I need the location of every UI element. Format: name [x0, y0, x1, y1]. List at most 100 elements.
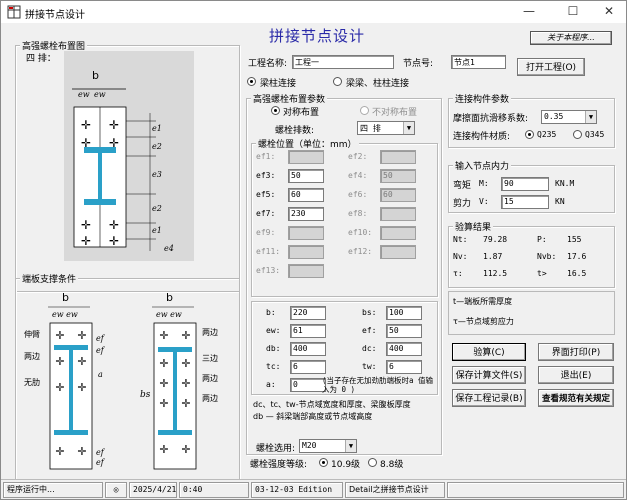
ef-field[interactable]: 50 [288, 169, 324, 183]
ef-field[interactable]: 60 [288, 188, 324, 202]
note-t: t—端板所需厚度 [453, 297, 513, 306]
svg-text:✛: ✛ [159, 377, 168, 390]
radio-q235[interactable] [525, 130, 534, 139]
result-value: 112.5 [483, 269, 508, 278]
status-module: Detail之拼接节点设计 [345, 482, 445, 498]
clock-icon: ◎ [105, 482, 127, 498]
save-record-button[interactable]: 保存工程记录(B) [452, 389, 526, 407]
shear-label: 剪力 [453, 199, 472, 209]
symmetric-label: 对称布置 [283, 108, 320, 118]
check-button[interactable]: 验算(C) [452, 343, 526, 361]
ef-field[interactable]: 230 [288, 207, 324, 221]
svg-text:✛: ✛ [181, 357, 190, 370]
radio-symmetric[interactable] [271, 106, 280, 115]
result-key: Nv: [453, 252, 468, 261]
ef-label: ef9: [256, 228, 276, 237]
note-db: db — 斜梁端部高度或节点域高度 [253, 412, 373, 421]
svg-text:✛: ✛ [81, 218, 91, 232]
dim-field[interactable]: 6 [386, 360, 422, 374]
svg-text:b: b [62, 291, 69, 304]
radio-beam-beam[interactable] [333, 77, 342, 86]
row-count-value: 四 排 [360, 124, 381, 133]
ef-label: ef7: [256, 209, 276, 218]
dim-field[interactable]: 100 [386, 306, 422, 320]
conn-params-group: 连接构件参数 摩擦面抗滑移系数: 0.35 ▼ 连接构件材质: Q235 Q345 [448, 92, 615, 148]
open-project-button[interactable]: 打开工程(O) [517, 58, 585, 76]
beam-column-label: 梁柱连接 [260, 79, 297, 89]
bolt-select-value: M20 [302, 441, 317, 450]
svg-text:✛: ✛ [159, 357, 168, 370]
shear-symbol: V: [479, 197, 489, 206]
radio-grade-88[interactable] [368, 458, 377, 467]
result-key: Nt: [453, 235, 468, 244]
close-icon[interactable]: ✕ [591, 3, 627, 21]
ef-label: ef6: [348, 190, 368, 199]
rows-caption: 四 排： [26, 54, 56, 64]
a-note: (当子存在无加劲肋端板时a 值输入为 0 ) [322, 376, 434, 394]
print-button[interactable]: 界面打印(P) [538, 343, 614, 361]
dim-label: a: [266, 380, 276, 389]
friction-select[interactable]: 0.35 ▼ [541, 110, 597, 124]
svg-text:✛: ✛ [81, 118, 91, 132]
grade-label: 螺栓强度等级: [250, 460, 308, 470]
node-field[interactable]: 节点1 [451, 55, 506, 69]
svg-text:e2: e2 [152, 142, 162, 151]
status-date: 2025/4/21 [129, 482, 177, 498]
conn-params-title: 连接构件参数 [453, 92, 512, 105]
svg-text:✛: ✛ [55, 381, 64, 394]
chevron-down-icon[interactable]: ▼ [403, 122, 414, 134]
dim-field[interactable]: 220 [290, 306, 326, 320]
radio-asymmetric[interactable] [360, 106, 369, 115]
result-value: 1.87 [483, 252, 503, 261]
shear-field[interactable]: 15 [501, 195, 549, 209]
minimize-icon[interactable]: — [511, 3, 547, 21]
bolt-select[interactable]: M20 ▼ [299, 439, 357, 453]
dim-field[interactable]: 400 [386, 342, 422, 356]
chevron-down-icon[interactable]: ▼ [345, 440, 356, 452]
about-button[interactable]: 关于本程序... [530, 31, 612, 45]
svg-text:✛: ✛ [109, 218, 119, 232]
svg-text:ew ew: ew ew [52, 310, 78, 319]
svg-text:ew: ew [78, 90, 90, 99]
moment-unit: KN.M [555, 179, 575, 188]
moment-field[interactable]: 90 [501, 177, 549, 191]
project-name-field[interactable]: 工程一 [292, 55, 394, 69]
support-title: 端板支撑条件 [20, 272, 79, 285]
dim-label: tw: [362, 362, 377, 371]
svg-text:✛: ✛ [77, 445, 86, 458]
dim-field[interactable]: 400 [290, 342, 326, 356]
svg-text:e4: e4 [164, 244, 174, 253]
diagram-label-b: b [92, 69, 99, 82]
dim-field[interactable]: 61 [290, 324, 326, 338]
internal-force-group: 输入节点内力 弯矩 M: 90 KN.M 剪力 V: 15 KN [448, 159, 615, 213]
dim-field[interactable]: 6 [290, 360, 326, 374]
save-calc-button[interactable]: 保存计算文件(S) [452, 366, 526, 384]
dim-field[interactable]: 50 [386, 324, 422, 338]
client-area: 拼接节点设计 关于本程序... 高强螺栓布置图 四 排： b ew ew ✛ ✛ … [1, 23, 626, 480]
chevron-down-icon[interactable]: ▼ [585, 111, 596, 123]
exit-button[interactable]: 退出(E) [538, 366, 614, 384]
radio-q345[interactable] [573, 130, 582, 139]
bolt-layout-diagram: b ew ew ✛ ✛ ✛ ✛ ✛ ✛ ✛ ✛ e1 e2 e3 e2 e1 e… [64, 51, 194, 261]
ef-field [380, 150, 416, 164]
svg-text:✛: ✛ [181, 397, 190, 410]
result-key: τ: [453, 269, 463, 278]
page-title: 拼接节点设计 [269, 27, 366, 45]
bolt-position-title: 螺栓位置（单位：mm） [256, 137, 359, 150]
dim-field[interactable]: 0 [290, 378, 326, 392]
svg-text:b: b [166, 291, 173, 304]
asymmetric-label: 不对称布置 [372, 108, 418, 118]
radio-grade-109[interactable] [319, 458, 328, 467]
maximize-icon[interactable]: ☐ [555, 3, 591, 21]
ef-label: ef13: [256, 266, 281, 275]
svg-text:✛: ✛ [55, 445, 64, 458]
svg-text:e3: e3 [152, 170, 162, 179]
radio-beam-column[interactable] [247, 77, 256, 86]
ef-field [288, 150, 324, 164]
ef-label: ef3: [256, 171, 276, 180]
row-count-select[interactable]: 四 排 ▼ [357, 121, 415, 135]
svg-text:ef: ef [96, 334, 106, 343]
bolt-params-group: 高强螺栓布置参数 对称布置 不对称布置 螺栓排数: 四 排 ▼ 螺栓位置（单位：m… [246, 92, 442, 455]
view-spec-button[interactable]: 查看规范有关规定 [538, 389, 614, 407]
svg-text:✛: ✛ [159, 397, 168, 410]
